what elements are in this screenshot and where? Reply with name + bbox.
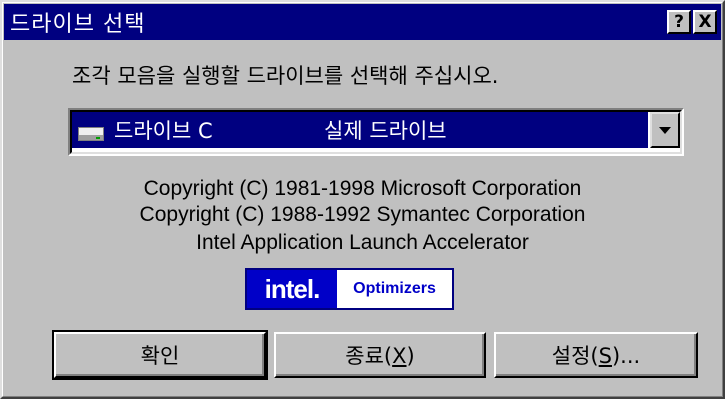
ok-button[interactable]: 확인 bbox=[52, 330, 268, 380]
close-icon: X bbox=[698, 11, 712, 32]
help-icon: ? bbox=[674, 11, 684, 32]
hard-drive-icon bbox=[78, 127, 104, 141]
help-button[interactable]: ? bbox=[667, 10, 691, 34]
copyright-microsoft: Copyright (C) 1981-1998 Microsoft Corpor… bbox=[143, 177, 582, 200]
exit-button[interactable]: 종료(X) bbox=[274, 332, 486, 378]
dropdown-arrow-button[interactable] bbox=[650, 112, 680, 148]
intel-logo: intel. bbox=[247, 270, 337, 308]
copyright-symantec: Copyright (C) 1988-1992 Symantec Corpora… bbox=[139, 203, 586, 226]
intel-accelerator-text: Intel Application Launch Accelerator bbox=[196, 231, 529, 254]
drive-type: 실제 드라이브 bbox=[324, 119, 447, 143]
drive-dropdown[interactable]: 드라이브 C 실제 드라이브 bbox=[68, 108, 684, 156]
settings-button-label: 설정(S)... bbox=[551, 344, 641, 368]
instruction-text: 조각 모음을 실행할 드라이브를 선택해 주십시오. bbox=[72, 64, 499, 88]
optimizers-label: Optimizers bbox=[353, 280, 436, 297]
title-bar[interactable]: 드라이브 선택 ? X bbox=[4, 4, 721, 40]
intel-optimizers-logo: intel. Optimizers bbox=[245, 268, 454, 310]
close-button[interactable]: X bbox=[693, 10, 717, 34]
drive-name: 드라이브 C bbox=[114, 119, 213, 143]
exit-button-label: 종료(X) bbox=[345, 344, 415, 368]
settings-button[interactable]: 설정(S)... bbox=[494, 332, 698, 378]
chevron-down-icon bbox=[659, 126, 671, 134]
window-title: 드라이브 선택 bbox=[10, 12, 146, 37]
dropdown-selected-value[interactable]: 드라이브 C 실제 드라이브 bbox=[72, 112, 648, 148]
ok-button-label: 확인 bbox=[140, 344, 180, 368]
select-drive-dialog: 드라이브 선택 ? X 조각 모음을 실행할 드라이브를 선택해 주십시오. 드… bbox=[0, 0, 725, 399]
